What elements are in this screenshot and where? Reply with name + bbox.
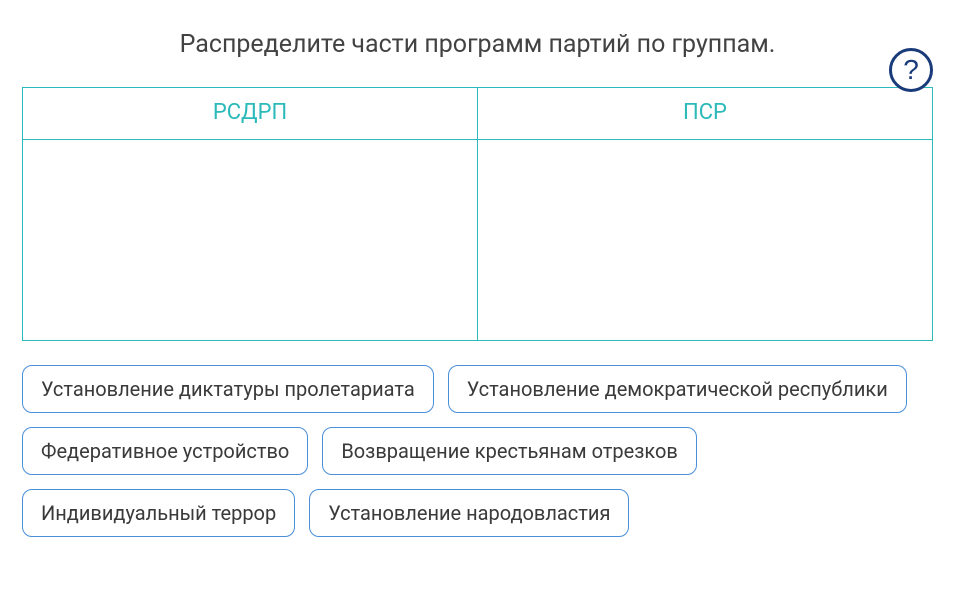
drop-column-psr: ПСР [478, 88, 932, 340]
instruction-text: Распределите части программ партий по гр… [22, 30, 933, 59]
chip-pool: Установление диктатуры пролетариата Уста… [22, 365, 933, 537]
drop-column-rsdrp: РСДРП [23, 88, 478, 340]
help-button[interactable]: ? [889, 48, 933, 92]
chip-item[interactable]: Индивидуальный террор [22, 489, 295, 537]
chip-item[interactable]: Федеративное устройство [22, 427, 308, 475]
exercise-container: Распределите части программ партий по гр… [0, 0, 955, 557]
drop-table: РСДРП ПСР [22, 87, 933, 341]
column-header: РСДРП [23, 88, 477, 140]
column-header: ПСР [478, 88, 932, 140]
help-icon: ? [903, 54, 919, 86]
chip-item[interactable]: Установление демократической республики [448, 365, 907, 413]
chip-item[interactable]: Возвращение крестьянам отрезков [322, 427, 697, 475]
drop-zone-psr[interactable] [478, 140, 932, 340]
chip-item[interactable]: Установление диктатуры пролетариата [22, 365, 434, 413]
drop-zone-rsdrp[interactable] [23, 140, 477, 340]
header-row: Распределите части программ партий по гр… [22, 30, 933, 59]
chip-item[interactable]: Установление народовластия [309, 489, 629, 537]
